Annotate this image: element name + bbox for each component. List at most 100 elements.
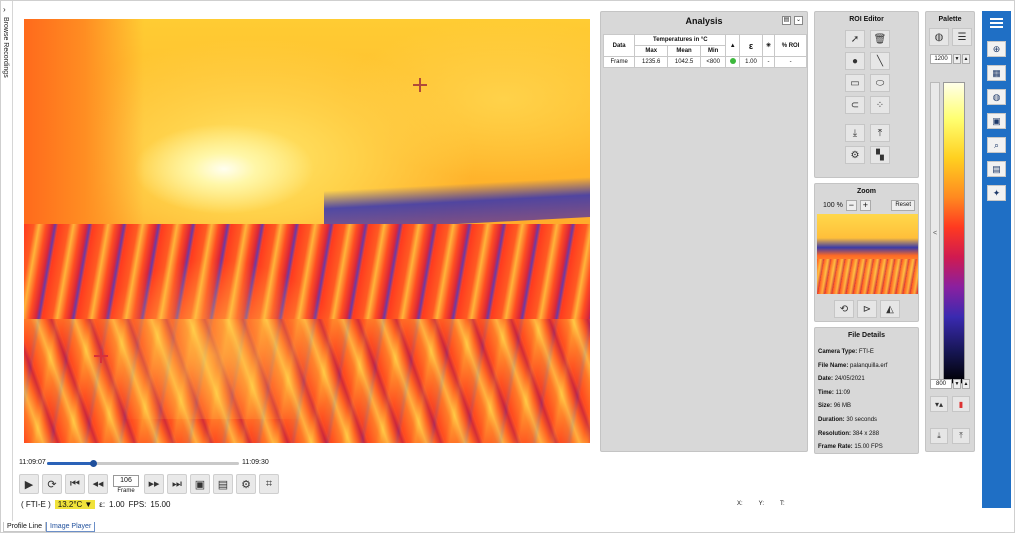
status-bar: ( FTI-E ) 13.2°C ▼ ε: 1.00 FPS: 15.00 (21, 498, 170, 510)
thermal-analysis-app: › Browse Recordings 11:09:07 11:09:30 ▶ … (0, 0, 1015, 533)
rectangle-tool-icon: ▭ (850, 77, 860, 89)
settings-button[interactable]: ⚙ (236, 474, 256, 494)
roi-settings-icon: ⚙ (850, 149, 860, 161)
chevron-down-icon[interactable]: ⌄ (794, 16, 803, 25)
palette-export-button[interactable]: ⤒ (952, 428, 970, 444)
export-icon: ⤒ (959, 431, 963, 440)
x-coord-label: X: (737, 501, 743, 507)
detail-time: Time: 11:09 (818, 387, 887, 401)
palette-min-up-button[interactable]: ▲ (962, 378, 970, 389)
roi-tool-button[interactable]: 🗑 (870, 30, 890, 48)
snapshot-button[interactable]: ▣ (190, 474, 210, 494)
detail-label: Duration: (818, 416, 845, 423)
loop-button[interactable]: ⟳ (42, 474, 62, 494)
col-emissivity: ε (739, 34, 763, 57)
detail-value: 11:09 (835, 389, 851, 396)
palette-list-button[interactable]: ☰ (952, 28, 972, 46)
palette-max-down-button[interactable]: ▼ (953, 53, 961, 64)
cursor-crosshair-icon[interactable] (94, 349, 108, 363)
detail-file-name: File Name: palanquilla.erf (818, 360, 887, 374)
palette-select-button[interactable]: ◍ (929, 28, 949, 46)
rewind-icon: ◀◀ (92, 481, 104, 488)
play-button[interactable]: ▶ (19, 474, 39, 494)
roi-tool-button[interactable]: ● (845, 52, 865, 70)
crop-button[interactable]: ⌗ (259, 474, 279, 494)
palette-invert-button[interactable]: ▮ (952, 396, 970, 412)
ambient-icon: ✳ (765, 43, 771, 49)
tab-image-player[interactable]: Image Player (46, 522, 96, 532)
target-icon: ⊕ (992, 43, 1001, 54)
rewind-button[interactable]: ◀◀ (88, 474, 108, 494)
roi-tool-button[interactable]: ▭ (845, 74, 865, 92)
detail-label: Frame Rate: (818, 444, 853, 451)
roi-tool-button[interactable]: ⚙ (845, 146, 865, 164)
delete-icon: 🗑 (873, 33, 887, 45)
zoom-title: Zoom (856, 188, 877, 195)
palette-import-button[interactable]: ⤓ (930, 428, 948, 444)
roi-tool-button[interactable]: ⊂ (845, 96, 865, 114)
expand-chevron-icon[interactable]: › (3, 5, 6, 14)
first-frame-button[interactable]: ⏮ (65, 474, 85, 494)
zoom-preview-image[interactable] (817, 214, 918, 294)
cursor-temperature-badge[interactable]: 13.2°C ▼ (54, 499, 96, 509)
palette-tool-button[interactable]: ◍ (987, 89, 1006, 105)
col-data: Data (602, 34, 636, 57)
flip-horizontal-button[interactable]: ⊳ (857, 300, 877, 318)
grid-tool-button[interactable]: ▦ (987, 65, 1006, 81)
last-frame-button[interactable]: ⏭ (167, 474, 187, 494)
fps-value: 15.00 (150, 499, 171, 509)
palette-color-scale[interactable] (943, 82, 965, 384)
roi-tool-button[interactable]: ⤒ (870, 124, 890, 142)
roi-tool-button[interactable]: ⁘ (870, 96, 890, 114)
browse-recordings-label[interactable]: Browse Recordings (2, 17, 9, 78)
t-coord-label: T: (780, 501, 785, 507)
frame-number-input[interactable]: 106 (113, 474, 139, 487)
image-tool-button[interactable]: ▣ (987, 113, 1006, 129)
detail-label: Size: (818, 403, 833, 410)
max-temp-crosshair-icon[interactable] (413, 78, 427, 92)
search-tool-button[interactable]: ⌕ (987, 137, 1006, 153)
fast-forward-icon: ▶▶ (148, 481, 160, 488)
palette-range-tools: ▾▴ ▮ (930, 396, 970, 412)
auto-range-button[interactable]: ▾▴ (930, 396, 948, 412)
fast-forward-button[interactable]: ▶▶ (144, 474, 164, 494)
timeline-track[interactable] (47, 460, 239, 467)
cell-roi: - (774, 56, 807, 68)
roi-tool-button[interactable]: ╲ (870, 52, 890, 70)
export-button[interactable]: ▤ (213, 474, 233, 494)
zoom-in-button[interactable]: + (859, 200, 871, 211)
play-icon: ▶ (24, 478, 34, 491)
timeline-scrubber-handle[interactable] (90, 460, 98, 467)
effects-tool-button[interactable]: ✦ (987, 185, 1006, 201)
detail-date: Date: 24/05/2021 (818, 373, 887, 387)
roi-tool-button[interactable]: ⬭ (870, 74, 890, 92)
roi-grid-icon: ▚ (876, 149, 884, 161)
table-row[interactable]: Frame 1235.6 1042.5 <800 1.00 - - (602, 56, 807, 68)
roi-tool-button[interactable]: ⤓ (845, 124, 865, 142)
freehand-tool-icon: ⊂ (850, 99, 860, 111)
timeline[interactable]: 11:09:07 11:09:30 (19, 457, 271, 473)
hamburger-menu-icon[interactable] (990, 18, 1003, 28)
rotate-button[interactable]: ⟲ (834, 300, 854, 318)
tab-profile-line[interactable]: Profile Line (3, 522, 47, 532)
palette-min-input[interactable]: 800 (930, 378, 952, 389)
thermal-image[interactable] (24, 19, 590, 443)
zoom-reset-button[interactable]: Reset (891, 200, 915, 211)
palette-max-up-button[interactable]: ▲ (962, 53, 970, 64)
thermal-cool-band (324, 177, 590, 231)
zoom-out-button[interactable]: − (845, 200, 857, 211)
flip-vertical-button[interactable]: ◭ (880, 300, 900, 318)
palette-collapse-handle[interactable]: < (930, 82, 940, 384)
palette-min-down-button[interactable]: ▼ (953, 378, 961, 389)
export-analysis-icon[interactable]: ▤ (782, 16, 791, 25)
report-tool-button[interactable]: ▤ (987, 161, 1006, 177)
browse-recordings-strip[interactable]: › Browse Recordings (1, 1, 13, 521)
navigate-tool-button[interactable]: ⊕ (987, 41, 1006, 57)
roi-tool-button[interactable]: ➚ (845, 30, 865, 48)
detail-resolution: Resolution: 384 x 288 (818, 428, 887, 442)
roi-tool-button[interactable]: ▚ (870, 146, 890, 164)
cell-alarm (725, 56, 741, 68)
detail-value: 96 MB (833, 403, 852, 410)
palette-max-input[interactable]: 1200 (930, 53, 952, 64)
zoom-level: 100 % (823, 202, 843, 209)
